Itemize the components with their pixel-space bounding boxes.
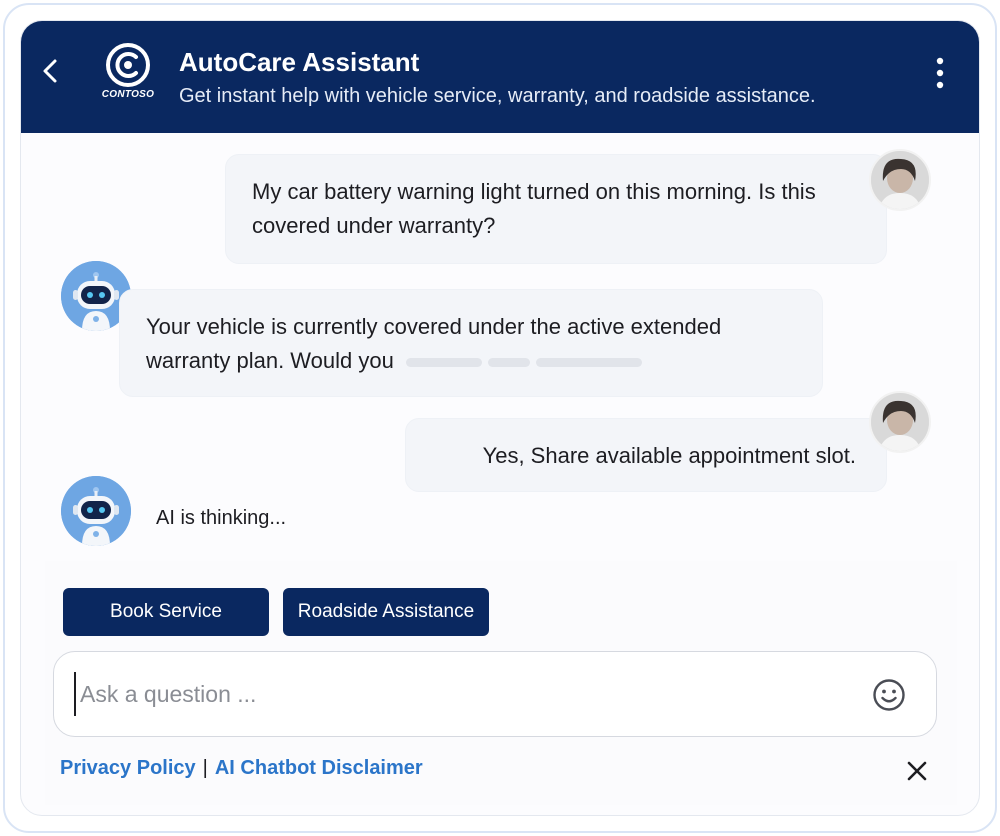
roadside-assistance-button[interactable]: Roadside Assistance: [283, 588, 489, 636]
user-photo-icon: [871, 393, 929, 451]
contoso-logo-icon: [106, 43, 150, 87]
thinking-status: AI is thinking...: [156, 507, 287, 529]
loading-placeholder: [487, 357, 530, 367]
message-input-box: [53, 651, 937, 737]
smiley-icon: [873, 679, 905, 711]
user-message-bubble: Yes, Share available appointment slot.: [405, 418, 887, 492]
chevron-left-icon: [43, 59, 57, 83]
loading-placeholder: [535, 357, 642, 367]
button-label: Roadside Assistance: [297, 601, 475, 622]
close-button[interactable]: [905, 759, 929, 783]
footer-links: Privacy Policy | AI Chatbot Disclaimer: [60, 757, 423, 780]
header-subtitle: Get instant help with vehicle service, w…: [179, 85, 816, 107]
message-text: My car battery warning light turned on t…: [252, 179, 816, 238]
user-photo-icon: [871, 151, 929, 209]
privacy-policy-link[interactable]: Privacy Policy: [60, 757, 196, 780]
chat-window: CONTOSO AutoCare Assistant Get instant h…: [20, 20, 980, 816]
ai-chatbot-disclaimer-link[interactable]: AI Chatbot Disclaimer: [215, 757, 423, 780]
header-title: AutoCare Assistant: [179, 47, 420, 77]
logo-text: CONTOSO: [101, 89, 155, 100]
message-text: Yes, Share available appointment slot.: [482, 443, 856, 468]
more-options-button[interactable]: [927, 55, 953, 91]
button-label: Book Service: [110, 601, 222, 622]
bot-avatar: [61, 476, 131, 546]
more-vertical-icon: [936, 57, 944, 89]
loading-placeholder: [405, 357, 482, 367]
question-input[interactable]: [74, 672, 834, 716]
user-message-bubble: My car battery warning light turned on t…: [225, 154, 887, 264]
emoji-button[interactable]: [872, 678, 906, 712]
robot-icon: [61, 476, 131, 546]
close-icon: [907, 761, 927, 781]
contoso-logo: CONTOSO: [101, 43, 155, 105]
bot-message-bubble: Your vehicle is currently covered under …: [119, 289, 823, 397]
user-avatar: [869, 149, 931, 211]
user-avatar: [869, 391, 931, 453]
back-button[interactable]: [35, 53, 65, 89]
link-separator: |: [202, 757, 208, 779]
chat-header: CONTOSO AutoCare Assistant Get instant h…: [21, 21, 979, 133]
book-service-button[interactable]: Book Service: [63, 588, 269, 636]
